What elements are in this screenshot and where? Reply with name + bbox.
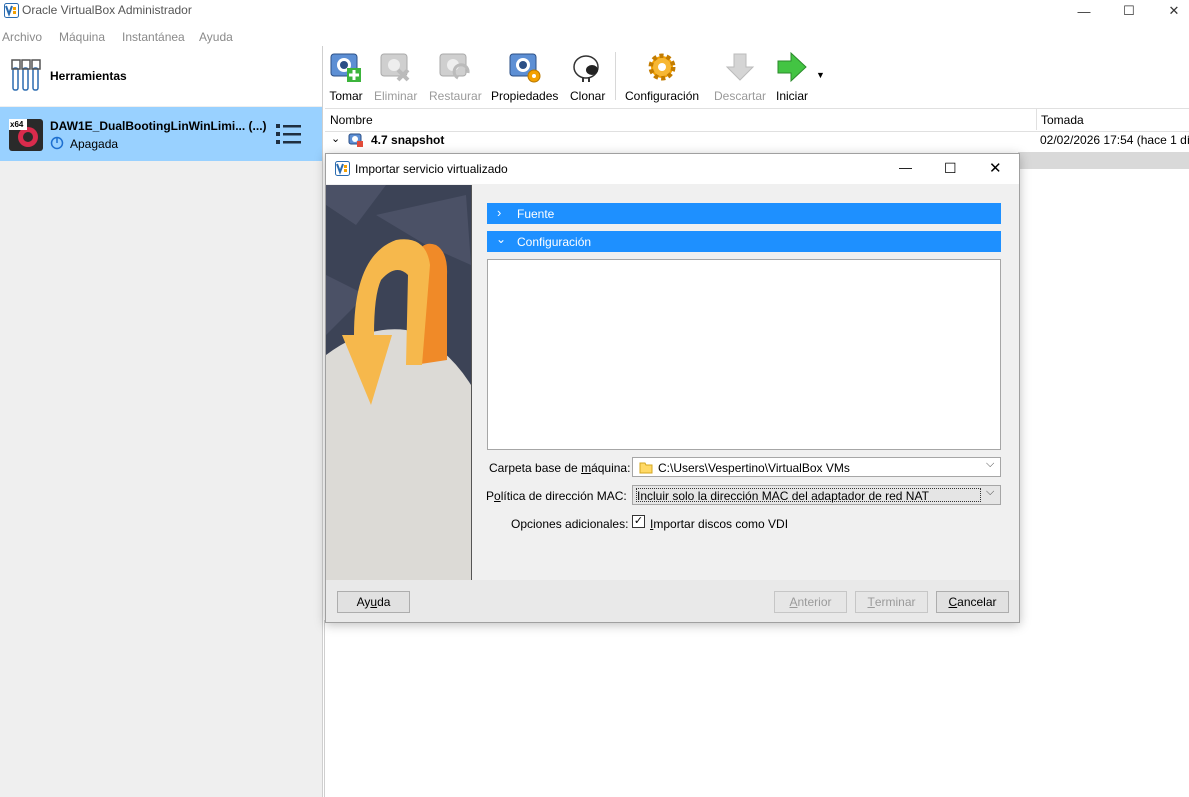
source-section-header[interactable]: › Fuente xyxy=(487,203,1001,224)
start-dropdown-icon[interactable]: ▼ xyxy=(816,70,825,80)
restore-snapshot-label: Restaurar xyxy=(429,89,482,103)
dialog-maximize-button[interactable]: ☐ xyxy=(944,160,957,177)
mac-policy-value: Incluir solo la dirección MAC del adapta… xyxy=(637,489,929,503)
snapshot-properties-icon xyxy=(508,50,542,87)
settings-section-label: Configuración xyxy=(517,235,592,249)
extra-options-label: Opciones adicionales: xyxy=(511,517,629,531)
vm-name: DAW1E_DualBootingLinWinLimi... (...) xyxy=(50,119,267,133)
snapshot-name: 4.7 snapshot xyxy=(371,133,445,147)
chevron-down-icon: ⌵ xyxy=(986,458,995,470)
menu-ayuda[interactable]: Ayuda xyxy=(199,30,233,44)
restore-snapshot-button[interactable]: Restaurar xyxy=(429,50,482,103)
clone-button[interactable]: Clonar xyxy=(570,50,605,103)
tools-item[interactable]: Herramientas xyxy=(0,46,322,106)
chevron-down-icon: ⌄ xyxy=(496,232,507,246)
dialog-title-bar: Importar servicio virtualizado — ☐ ✕ xyxy=(326,154,1019,184)
menu-maquina[interactable]: Máquina xyxy=(59,30,105,44)
current-state-row[interactable] xyxy=(1018,152,1189,169)
column-divider xyxy=(1036,108,1037,130)
cancel-button[interactable]: Cancelar xyxy=(936,591,1009,613)
settings-section-header[interactable]: ⌄ Configuración xyxy=(487,231,1001,252)
column-name-header[interactable]: Nombre xyxy=(330,113,373,127)
folder-icon xyxy=(639,460,653,477)
menu-bar: Archivo Máquina Instantánea Ayuda xyxy=(0,26,1189,46)
discard-arrow-icon xyxy=(723,50,757,87)
help-button[interactable]: Ay u da xyxy=(337,591,410,613)
snapshot-toolbar: Tomar Eliminar Restaurar Propiedades Clo… xyxy=(325,46,1189,104)
discard-label: Descartar xyxy=(714,89,767,103)
snapshot-list-header: Nombre Tomada xyxy=(325,108,1189,132)
take-snapshot-label: Tomar xyxy=(329,89,363,103)
mac-policy-combobox[interactable]: Incluir solo la dirección MAC del adapta… xyxy=(632,485,1001,505)
dialog-title: Importar servicio virtualizado xyxy=(355,162,508,176)
virtualbox-logo-icon xyxy=(4,3,19,21)
import-vdi-label[interactable]: Importar discos como VDI xyxy=(650,517,788,531)
delete-snapshot-icon xyxy=(379,50,413,87)
delete-snapshot-button[interactable]: Eliminar xyxy=(374,50,417,103)
source-section-label: Fuente xyxy=(517,207,555,221)
properties-button[interactable]: Propiedades xyxy=(491,50,558,103)
chevron-right-icon: › xyxy=(497,205,502,220)
base-folder-value: C:\Users\Vespertino\VirtualBox VMs xyxy=(658,461,850,475)
chevron-down-icon[interactable]: ⌄ xyxy=(331,132,340,145)
start-arrow-icon xyxy=(775,50,809,87)
tools-label: Herramientas xyxy=(50,69,127,83)
snapshot-taken: 02/02/2026 17:54 (hace 1 día) xyxy=(1040,133,1189,147)
power-off-icon xyxy=(50,136,64,153)
vm-arch-badge: x64 xyxy=(10,120,24,129)
vm-list-item[interactable]: x64 DAW1E_DualBootingLinWinLimi... (...)… xyxy=(0,107,322,161)
start-button[interactable]: Iniciar xyxy=(775,50,809,103)
dialog-close-button[interactable]: ✕ xyxy=(989,159,1002,177)
appliance-settings-list[interactable] xyxy=(487,259,1001,450)
clone-label: Clonar xyxy=(570,89,606,103)
virtualbox-logo-icon xyxy=(335,161,350,179)
back-button[interactable]: Anterior xyxy=(774,591,847,613)
title-bar: Oracle VirtualBox Administrador — ☐ ✕ xyxy=(0,0,1189,22)
vm-details-menu-icon[interactable] xyxy=(276,122,302,149)
base-folder-combobox[interactable]: C:\Users\Vespertino\VirtualBox VMs ⌵ xyxy=(632,457,1001,477)
wizard-watermark-image xyxy=(326,185,472,580)
snapshot-row[interactable]: ⌄ 4.7 snapshot 02/02/2026 17:54 (hace 1 … xyxy=(325,131,1189,151)
chevron-down-icon: ⌵ xyxy=(986,486,995,498)
restore-snapshot-icon xyxy=(438,50,472,87)
properties-label: Propiedades xyxy=(491,89,559,103)
column-taken-header[interactable]: Tomada xyxy=(1041,113,1084,127)
window-title: Oracle VirtualBox Administrador xyxy=(22,3,192,17)
tools-icon xyxy=(10,58,42,95)
snapshot-icon xyxy=(348,132,364,151)
import-appliance-dialog: Importar servicio virtualizado — ☐ ✕ › F… xyxy=(325,153,1020,623)
toolbar-separator xyxy=(615,52,616,100)
vm-state: Apagada xyxy=(70,137,119,151)
menu-instantanea[interactable]: Instantánea xyxy=(122,30,185,44)
gear-icon xyxy=(645,50,679,87)
menu-archivo[interactable]: Archivo xyxy=(2,30,42,44)
take-snapshot-icon xyxy=(329,50,363,87)
import-vdi-checkbox[interactable]: ✓ xyxy=(632,515,645,528)
dialog-minimize-button[interactable]: — xyxy=(899,160,912,175)
mac-policy-label: Política de dirección MAC: xyxy=(486,489,627,503)
settings-label: Configuración xyxy=(625,89,700,103)
finish-button[interactable]: Terminar xyxy=(855,591,928,613)
minimize-button[interactable]: — xyxy=(1061,0,1107,22)
pane-divider xyxy=(324,620,325,797)
machine-list-pane: Herramientas x64 DAW1E_DualBootingLinWin… xyxy=(0,46,323,797)
start-label: Iniciar xyxy=(775,89,808,103)
sheep-clone-icon xyxy=(571,50,605,87)
close-button[interactable]: ✕ xyxy=(1151,0,1189,22)
delete-snapshot-label: Eliminar xyxy=(374,89,418,103)
settings-button[interactable]: Configuración xyxy=(625,50,699,103)
take-snapshot-button[interactable]: Tomar xyxy=(329,50,363,103)
base-folder-label: Carpeta base de máquina: xyxy=(489,461,631,475)
discard-button[interactable]: Descartar xyxy=(714,50,766,103)
maximize-button[interactable]: ☐ xyxy=(1106,0,1152,22)
